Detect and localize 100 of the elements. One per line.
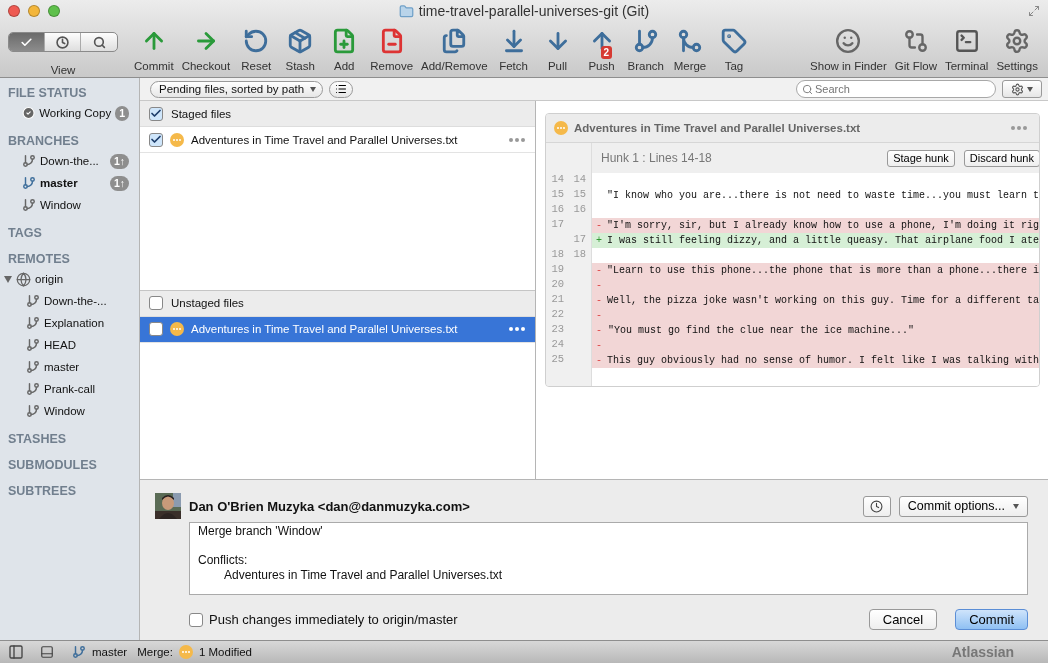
dialog-button[interactable]: Cancel — [868, 609, 938, 630]
line-number: 25 — [551, 353, 564, 365]
branch-icon — [26, 338, 40, 352]
toolbar-button[interactable]: Reset — [238, 26, 275, 72]
settings-dropdown[interactable] — [1002, 80, 1042, 98]
sidebar-item[interactable]: Down-the-... — [0, 290, 139, 312]
section-heading: REMOTES — [7, 251, 71, 268]
tag-icon — [720, 28, 747, 54]
diff-sign: + — [596, 235, 602, 246]
list-heading: Unstaged files — [171, 297, 244, 309]
hunk-button[interactable]: Discard hunk — [963, 149, 1039, 167]
branch-icon — [26, 294, 40, 308]
sidebar-item[interactable]: master — [0, 356, 139, 378]
count-badge: 1↑ — [109, 153, 129, 169]
toolbar-button[interactable]: Terminal — [944, 26, 989, 72]
diff-sign: - — [596, 265, 602, 276]
code-text: Well, the pizza joke wasn't working on this guy. Time for a different ta — [606, 295, 1039, 306]
diff-sign: - — [596, 355, 602, 366]
diff-sign: - — [596, 295, 602, 306]
sidebar-item[interactable]: Prank-call — [0, 378, 139, 400]
sidebar-item[interactable]: Window — [0, 400, 139, 422]
list-options-button[interactable] — [329, 80, 354, 98]
sidebar-item[interactable]: Window — [0, 194, 139, 216]
modified-icon — [170, 132, 184, 147]
checkbox[interactable] — [149, 132, 163, 147]
toolbar-button[interactable]: Fetch — [495, 26, 532, 72]
section-heading: BRANCHES — [7, 133, 80, 150]
count-badge: 1↑ — [109, 175, 129, 191]
terminal-icon — [953, 28, 980, 54]
close-button[interactable] — [8, 5, 20, 17]
toolbar-button[interactable]: Add — [326, 26, 363, 72]
toolbar-button[interactable]: Tag — [715, 26, 752, 72]
brand-label: Atlassian — [951, 644, 1014, 660]
diff-file-name: Adventures in Time Travel and Parallel Universes.txt — [574, 122, 861, 134]
message-text: Adventures in Time Travel and Parallel Universes.txt — [224, 568, 503, 582]
branch-icon — [22, 198, 36, 212]
clock-icon — [870, 499, 884, 513]
check-circle-icon — [22, 106, 36, 120]
line-number: 24 — [551, 338, 564, 350]
more-icon[interactable] — [1011, 126, 1027, 130]
commit-options-dropdown[interactable]: Commit options... — [898, 495, 1028, 517]
section-heading: FILE STATUS — [7, 85, 88, 102]
line-number: 20 — [551, 278, 564, 290]
sidebar-item[interactable]: master 1↑ — [0, 172, 139, 194]
toolbar-button[interactable]: Settings — [996, 26, 1038, 72]
count-badge: 1 — [115, 105, 129, 121]
toolbar-button[interactable]: Remove — [370, 26, 414, 72]
view-segment[interactable] — [9, 33, 45, 51]
minimize-button[interactable] — [28, 5, 40, 17]
sidebar-item[interactable]: Down-the... 1↑ — [0, 150, 139, 172]
more-icon[interactable] — [509, 137, 525, 142]
checkbox[interactable] — [189, 612, 203, 627]
fullscreen-icon[interactable] — [1028, 5, 1040, 17]
caret-icon — [310, 86, 317, 92]
zoom-button[interactable] — [48, 5, 60, 17]
sidebar-item[interactable]: origin — [0, 268, 139, 290]
toolbar-button[interactable]: Add/Remove — [421, 26, 488, 72]
panel-toggle-icon[interactable] — [40, 645, 54, 659]
toolbar-button[interactable]: Show in Finder — [810, 26, 887, 72]
sidebar-item[interactable]: Working Copy 1 — [0, 102, 139, 124]
view-switcher[interactable] — [8, 32, 118, 52]
checkbox[interactable] — [149, 106, 163, 121]
file-row[interactable]: Adventures in Time Travel and Parallel Universes.txt — [140, 316, 535, 343]
line-number: 17 — [573, 233, 586, 245]
modified-count: 1 Modified — [198, 646, 252, 658]
modified-icon — [170, 322, 184, 336]
diff-sign: - — [596, 340, 602, 351]
filter-dropdown[interactable]: Pending files, sorted by path — [150, 80, 324, 98]
toolbar-button[interactable]: Merge — [671, 26, 708, 72]
modified-icon — [554, 121, 568, 135]
disclosure-triangle-icon[interactable] — [4, 275, 12, 283]
settings-icon — [1004, 28, 1031, 54]
default-button[interactable]: Commit — [955, 609, 1028, 630]
toolbar-button[interactable]: Push 2 — [583, 26, 620, 72]
history-button[interactable] — [862, 495, 891, 517]
line-number: 23 — [551, 323, 564, 335]
diff-sign: - — [596, 325, 602, 336]
toolbar-button[interactable]: Stash — [282, 26, 319, 72]
search-field[interactable]: Search — [796, 80, 996, 98]
hunk-button[interactable]: Stage hunk — [887, 149, 955, 167]
check-icon — [20, 35, 33, 49]
sidebar-item[interactable]: HEAD — [0, 334, 139, 356]
section-heading: SUBMODULES — [7, 457, 98, 474]
checkbox[interactable] — [149, 322, 163, 336]
author-name: Dan O'Brien Muzyka <dan@danmuzyka.com> — [189, 498, 470, 514]
checkbox[interactable] — [149, 296, 163, 310]
sidebar-toggle-icon[interactable] — [8, 644, 24, 660]
toolbar-button[interactable]: Git Flow — [894, 26, 937, 72]
box-icon — [287, 28, 314, 54]
list-icon — [335, 83, 348, 95]
toolbar-button[interactable]: Commit — [134, 26, 174, 72]
line-number: 15 — [573, 188, 586, 200]
toolbar-button[interactable]: Branch — [627, 26, 664, 72]
more-icon[interactable] — [509, 327, 525, 331]
sidebar-item[interactable]: Explanation — [0, 312, 139, 334]
toolbar-button[interactable]: Pull — [539, 26, 576, 72]
commit-message-field[interactable]: Merge branch 'Window' Conflicts: Adventures in Time Travel and Parallel Universes.txt — [189, 522, 1028, 595]
branch-icon — [26, 404, 40, 418]
branch-icon — [22, 176, 36, 190]
toolbar-button[interactable]: Checkout — [181, 26, 231, 72]
